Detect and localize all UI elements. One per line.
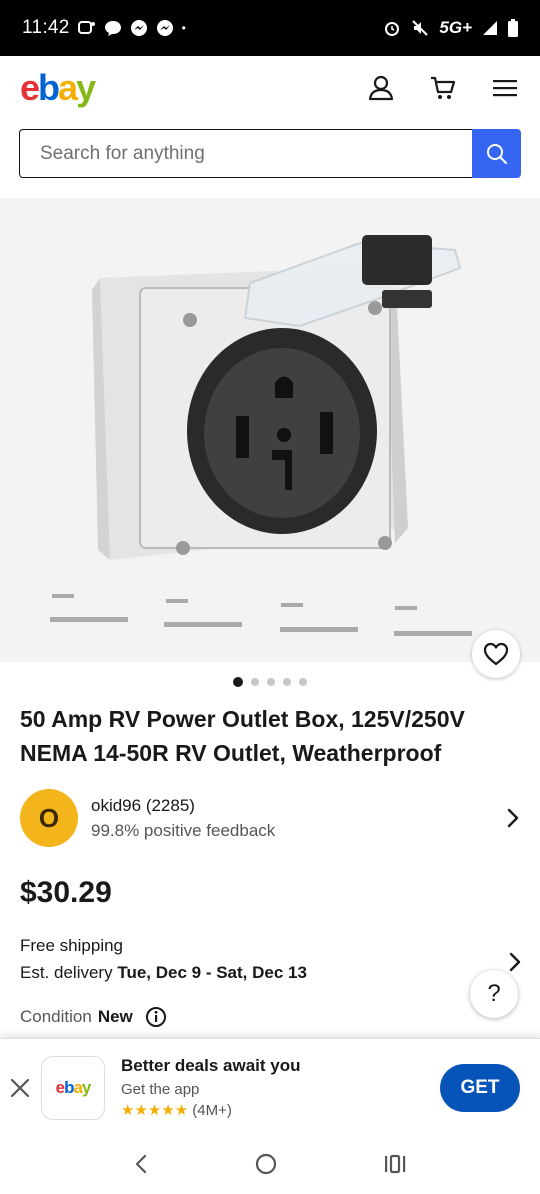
status-time: 11:42 bbox=[22, 17, 70, 38]
est-delivery-dates: Tue, Dec 9 - Sat, Dec 13 bbox=[117, 963, 307, 982]
cart-button[interactable] bbox=[428, 73, 458, 103]
heart-icon bbox=[483, 642, 509, 666]
product-price: $30.29 bbox=[20, 876, 112, 909]
shipping-row[interactable]: Free shipping Est. delivery Tue, Dec 9 -… bbox=[20, 935, 521, 989]
free-shipping-text: Free shipping bbox=[20, 936, 124, 955]
system-navigation-bar bbox=[0, 1134, 540, 1194]
system-icons: 5G+ bbox=[383, 18, 518, 38]
search-placeholder: Search for anything bbox=[40, 142, 205, 164]
messenger-icon bbox=[156, 20, 173, 36]
menu-button[interactable] bbox=[490, 73, 520, 103]
search-input[interactable]: Search for anything bbox=[19, 129, 472, 178]
product-image bbox=[50, 235, 472, 636]
chat-bubble-icon bbox=[104, 21, 121, 36]
help-button[interactable]: ? bbox=[470, 970, 518, 1018]
pagination-dot-active[interactable] bbox=[233, 677, 243, 687]
header-actions bbox=[366, 73, 520, 103]
signal-icon bbox=[483, 21, 497, 35]
banner-headline: Better deals await you bbox=[121, 1056, 301, 1075]
teams-icon bbox=[77, 21, 95, 34]
battery-icon bbox=[508, 19, 518, 37]
product-image-gallery[interactable] bbox=[0, 198, 540, 662]
gallery-pagination bbox=[0, 677, 540, 687]
logo-letter-a: a bbox=[58, 67, 78, 108]
search-icon bbox=[486, 143, 507, 164]
product-title: 50 Amp RV Power Outlet Box, 125V/250V NE… bbox=[20, 706, 465, 766]
chevron-right-icon bbox=[509, 952, 521, 972]
logo-letter-b: b bbox=[38, 67, 60, 108]
app-rating: ★★★★★ (4M+) bbox=[121, 1101, 301, 1120]
pagination-dot[interactable] bbox=[299, 678, 307, 686]
messenger-icon bbox=[130, 20, 147, 36]
alarm-icon bbox=[385, 22, 400, 36]
ebay-app-logo: ebay bbox=[41, 1056, 105, 1120]
app-download-banner: ebay Better deals await you Get the app … bbox=[0, 1038, 540, 1134]
logo-letter-b: b bbox=[64, 1078, 74, 1097]
pagination-dot[interactable] bbox=[267, 678, 275, 686]
logo-letter-y: y bbox=[76, 67, 96, 108]
home-icon[interactable] bbox=[254, 1152, 278, 1176]
account-button[interactable] bbox=[366, 73, 396, 103]
condition-label: Condition bbox=[20, 1007, 92, 1026]
est-delivery-label: Est. delivery bbox=[20, 963, 113, 982]
seller-feedback: 99.8% positive feedback bbox=[91, 820, 276, 840]
notification-icons: • bbox=[77, 19, 186, 37]
condition-row: Condition New bbox=[20, 1006, 167, 1028]
pagination-dot[interactable] bbox=[283, 678, 291, 686]
search-button[interactable] bbox=[472, 129, 521, 178]
rating-count: (4M+) bbox=[192, 1101, 232, 1119]
back-icon[interactable] bbox=[133, 1153, 149, 1175]
cart-icon bbox=[431, 76, 456, 99]
seller-info: okid96 (2285) 99.8% positive feedback bbox=[91, 796, 275, 841]
seller-name: okid96 (2285) bbox=[91, 795, 195, 815]
estimated-delivery: Est. delivery Tue, Dec 9 - Sat, Dec 13 bbox=[20, 962, 520, 989]
get-app-button[interactable]: GET bbox=[440, 1064, 520, 1112]
banner-subtext: Get the app bbox=[121, 1081, 200, 1098]
status-bar: 11:42 • 5G+ bbox=[0, 0, 540, 56]
mute-icon bbox=[412, 20, 429, 36]
chevron-right-icon bbox=[507, 808, 519, 828]
pagination-dot[interactable] bbox=[251, 678, 259, 686]
ebay-logo[interactable]: ebay bbox=[20, 67, 96, 109]
info-icon[interactable] bbox=[145, 1006, 167, 1028]
user-icon bbox=[368, 75, 394, 101]
banner-text: Better deals await you Get the app ★★★★★… bbox=[121, 1056, 301, 1119]
seller-row[interactable]: O okid96 (2285) 99.8% positive feedback bbox=[20, 788, 520, 848]
hamburger-menu-icon bbox=[493, 80, 517, 97]
network-type: 5G+ bbox=[439, 18, 472, 37]
add-to-watchlist-button[interactable] bbox=[472, 630, 520, 678]
seller-avatar: O bbox=[20, 789, 78, 847]
search-bar: Search for anything bbox=[19, 129, 521, 178]
app-header: ebay bbox=[0, 56, 540, 120]
close-icon[interactable] bbox=[9, 1077, 31, 1099]
logo-letter-e: e bbox=[55, 1078, 66, 1097]
more-notifications-dot: • bbox=[181, 21, 186, 35]
logo-letter-y: y bbox=[81, 1078, 92, 1097]
logo-letter-a: a bbox=[73, 1078, 83, 1097]
recent-apps-icon[interactable] bbox=[383, 1153, 407, 1175]
condition-value: New bbox=[97, 1007, 133, 1026]
logo-letter-e: e bbox=[20, 67, 40, 108]
star-rating-icons: ★★★★★ bbox=[121, 1102, 189, 1119]
